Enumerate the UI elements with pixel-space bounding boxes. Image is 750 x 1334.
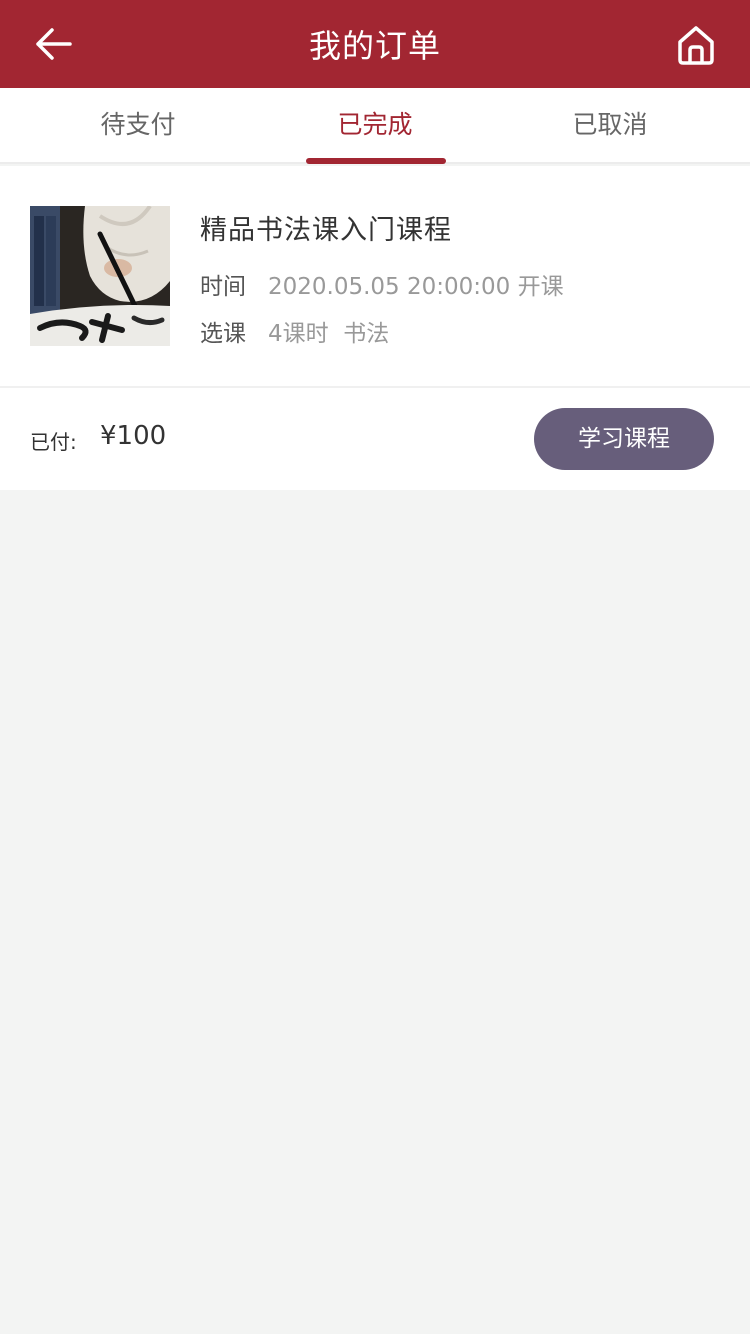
order-status-tabs: 待支付 已完成 已取消 — [0, 88, 750, 164]
selection-label: 选课 — [200, 321, 246, 347]
page-title: 我的订单 — [308, 27, 441, 65]
course-thumbnail — [30, 206, 170, 346]
tab-pending-payment[interactable]: 待支付 — [13, 88, 263, 164]
paid-amount: ¥100 — [100, 421, 167, 451]
tab-completed[interactable]: 已完成 — [250, 88, 500, 164]
active-tab-indicator — [306, 158, 446, 164]
paid-label: 已付: — [30, 430, 77, 454]
course-name: 精品书法课入门课程 — [200, 215, 452, 246]
time-value: 2020.05.05 20:00:00 开课 — [268, 274, 564, 300]
study-course-button[interactable]: 学习课程 — [534, 408, 714, 470]
order-card[interactable]: 精品书法课入门课程 时间 2020.05.05 20:00:00 开课 选课 4… — [0, 166, 750, 490]
time-label: 时间 — [200, 274, 246, 300]
tab-cancelled[interactable]: 已取消 — [485, 88, 735, 164]
home-button[interactable] — [672, 22, 720, 68]
app-header: 我的订单 — [0, 0, 750, 88]
card-divider — [0, 386, 750, 388]
calligraphy-photo — [30, 206, 170, 346]
selection-value: 4课时 书法 — [268, 321, 390, 347]
home-icon — [678, 26, 714, 65]
